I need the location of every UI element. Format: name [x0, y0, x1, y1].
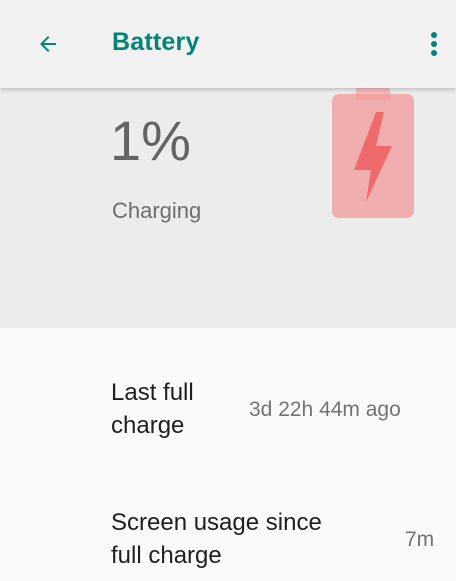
- charging-status: Charging: [112, 198, 202, 223]
- battery-usage-list: Last full charge 3d 22h 44m ago Screen u…: [0, 328, 456, 581]
- more-options-button[interactable]: [414, 22, 454, 66]
- more-vert-icon: [431, 32, 437, 56]
- label-line: charge: [111, 412, 185, 439]
- battery-percentage: 1%: [110, 109, 191, 172]
- screen-usage-value: 7m: [405, 528, 435, 551]
- page-title: Battery: [112, 28, 200, 56]
- last-full-charge-value: 3d 22h 44m ago: [249, 398, 401, 421]
- last-full-charge-label: Last full charge: [111, 376, 194, 442]
- label-line: Last full: [111, 379, 194, 406]
- battery-charging-icon: [332, 88, 414, 218]
- screen-usage-label: Screen usage since full charge: [111, 506, 322, 572]
- last-full-charge-row: Last full charge 3d 22h 44m ago: [0, 376, 456, 456]
- app-bar: Battery: [0, 0, 456, 88]
- arrow-back-icon: [40, 36, 56, 52]
- screen-usage-row: Screen usage since full charge 7m: [0, 506, 456, 581]
- battery-settings-screen: Battery 1% Charging Last full charge 3d …: [0, 0, 456, 581]
- battery-summary: 1% Charging: [0, 88, 456, 328]
- label-line: full charge: [111, 542, 222, 569]
- back-button[interactable]: [26, 22, 70, 66]
- label-line: Screen usage since: [111, 509, 322, 536]
